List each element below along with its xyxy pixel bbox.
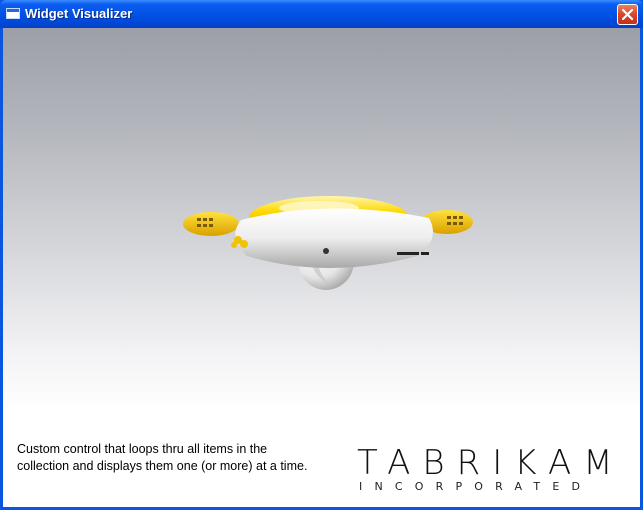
fabrikam-logo: TABRIKAM INCORPORATED: [357, 443, 627, 495]
logo-subtitle: INCORPORATED: [359, 480, 593, 493]
visualizer-panel: Custom control that loops thru all items…: [3, 28, 640, 507]
widget-3d-render: [183, 196, 473, 290]
title-bar[interactable]: Widget Visualizer: [0, 0, 643, 28]
logo-wordmark: TABRIKAM: [357, 443, 625, 483]
app-window: Widget Visualizer Custom control that lo…: [0, 0, 643, 510]
window-title: Widget Visualizer: [25, 6, 133, 21]
window-icon: [6, 8, 20, 19]
close-icon: [622, 9, 633, 20]
widget-display: [181, 178, 477, 298]
description-text: Custom control that loops thru all items…: [17, 442, 308, 473]
close-button[interactable]: [617, 4, 638, 25]
